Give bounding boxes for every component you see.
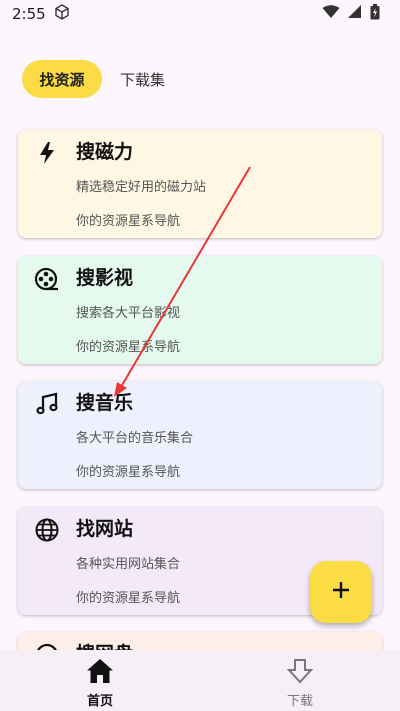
card-description: 各大平台的音乐集合 [76,431,194,446]
tab-find-resources[interactable]: 找资源 [22,60,102,98]
globe-icon [34,517,60,543]
home-icon [86,658,114,688]
card-title: 搜音乐 [76,392,134,414]
wifi-icon [322,5,340,23]
nav-home[interactable]: 首页 [0,650,200,711]
card-subtitle: 你的资源星系导航 [76,465,181,480]
card-subtitle: 你的资源星系导航 [76,214,181,229]
status-bar: 2:55 [0,0,400,28]
nav-download-label: 下载 [286,694,313,709]
card-title: 找网站 [76,518,134,540]
status-time: 2:55 [12,5,46,23]
card-description: 搜索各大平台影视 [76,306,181,321]
add-button[interactable] [310,561,372,623]
plus-icon [331,580,351,604]
nav-download[interactable]: 下载 [200,650,400,711]
card-title: 搜磁力 [76,141,134,163]
tab-downloads[interactable]: 下载集 [120,60,165,98]
lightning-icon [34,140,60,166]
signal-icon [348,5,362,23]
bottom-navigation: 首页 下载 [0,650,400,711]
card-subtitle: 你的资源星系导航 [76,591,181,606]
tab-bar: 找资源 下载集 [22,60,165,98]
film-reel-icon [34,266,60,292]
download-arrow-icon [286,658,314,688]
card-description: 各种实用网站集合 [76,557,181,572]
card-video[interactable]: 搜影视 搜索各大平台影视 你的资源星系导航 [18,256,382,364]
cube-icon [54,4,70,24]
card-description: 精选稳定好用的磁力站 [76,180,207,195]
card-music[interactable]: 搜音乐 各大平台的音乐集合 你的资源星系导航 [18,381,382,489]
nav-home-label: 首页 [86,694,113,709]
music-note-icon [34,391,60,417]
battery-icon [370,4,380,24]
card-magnet[interactable]: 搜磁力 精选稳定好用的磁力站 你的资源星系导航 [18,130,382,238]
card-subtitle: 你的资源星系导航 [76,340,181,355]
card-title: 搜影视 [76,267,134,289]
